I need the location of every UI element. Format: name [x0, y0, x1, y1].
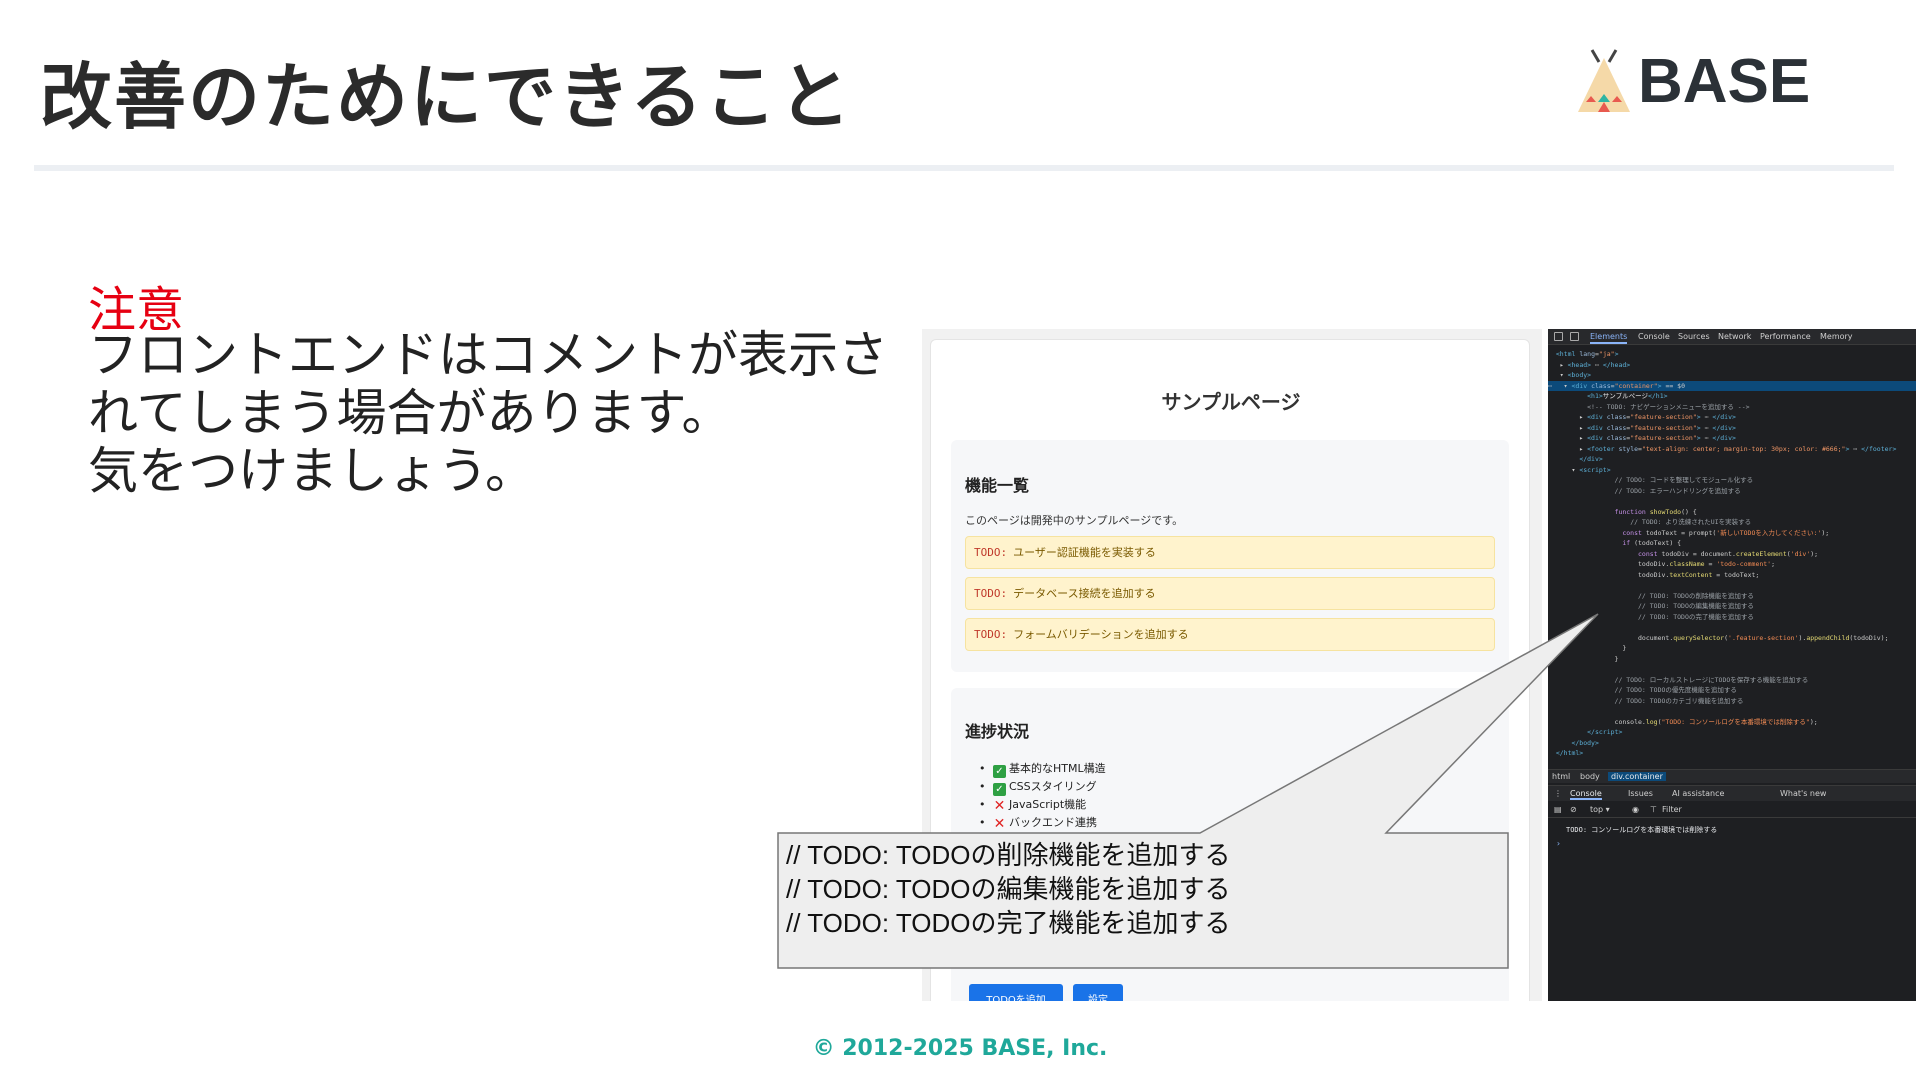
progress-label: バックエンド連携 [1009, 816, 1097, 829]
todo-comment: TODO: ユーザー認証機能を実装する [965, 536, 1495, 569]
devtools-panel: Elements Console Sources Network Perform… [1548, 329, 1916, 1001]
filter-icon: ⊤ [1650, 805, 1657, 814]
callout-text: // TODO: TODOの削除機能を追加する // TODO: TODOの編集… [786, 838, 1230, 940]
slide-title: 改善のためにできること [40, 55, 853, 139]
console-toolbar: ▤ ⊘ top ▾ ◉ ⊤ Filter [1548, 802, 1916, 818]
todo-tag: TODO: [974, 628, 1008, 641]
tab-performance[interactable]: Performance [1760, 332, 1811, 341]
note-line: れてしまう場合があります。 [88, 384, 732, 442]
drawer-tab-bar: ⋮ Console Issues AI assistance What's ne… [1548, 785, 1916, 801]
tab-sources[interactable]: Sources [1678, 332, 1710, 341]
settings-button[interactable]: 設定 [1073, 984, 1123, 1001]
drawer-tab-ai-assistance[interactable]: AI assistance [1672, 789, 1724, 798]
todo-tag: TODO: [974, 587, 1008, 600]
check-mark-icon: ✓ [993, 765, 1006, 778]
tab-memory[interactable]: Memory [1820, 332, 1853, 341]
devtools-tab-bar: Elements Console Sources Network Perform… [1548, 329, 1916, 345]
callout-line: // TODO: TODOの完了機能を追加する [786, 908, 1231, 938]
breadcrumb-container[interactable]: div.container [1608, 772, 1666, 781]
inspect-icon[interactable] [1554, 332, 1563, 341]
todo-comment: TODO: フォームバリデーションを追加する [965, 618, 1495, 651]
feature-section: 機能一覧 このページは開発中のサンプルページです。 TODO: ユーザー認証機能を… [951, 440, 1509, 672]
copyright-footer: © 2012-2025 BASE, Inc. [812, 1036, 1108, 1061]
add-todo-button[interactable]: TODOを追加 [969, 984, 1063, 1001]
list-item: • ✓ CSSスタイリング [979, 780, 1097, 796]
tab-console[interactable]: Console [1638, 332, 1670, 341]
elements-tree: <html lang="ja"> ▸ <head> ⋯ </head> ▾ <b… [1548, 349, 1916, 759]
progress-list: • ✓ 基本的なHTML構造 • ✓ CSSスタイリング • ✕ JavaScript機能 … [979, 760, 1106, 832]
context-selector[interactable]: top ▾ [1590, 805, 1610, 814]
list-item: • ✕ バックエンド連携 [979, 816, 1097, 832]
breadcrumb-html[interactable]: html [1552, 772, 1570, 781]
device-toolbar-icon[interactable] [1570, 332, 1579, 341]
cross-mark-icon: ✕ [993, 816, 1006, 832]
clear-console-icon[interactable]: ⊘ [1570, 805, 1577, 814]
logo-wordmark: BASE [1638, 47, 1811, 116]
callout-line: // TODO: TODOの編集機能を追加する [786, 874, 1231, 904]
progress-label: 基本的なHTML構造 [1009, 762, 1106, 775]
list-item: • ✓ 基本的なHTML構造 [979, 762, 1106, 778]
page-title: サンプルページ [1161, 390, 1301, 414]
note-body: フロントエンドはコメントが表示さ れてしまう場合があります。 気をつけましょう。 [88, 326, 888, 500]
feature-description: このページは開発中のサンプルページです。 [965, 514, 1184, 527]
drawer-tab-issues[interactable]: Issues [1628, 789, 1653, 798]
feature-heading: 機能一覧 [965, 476, 1030, 495]
check-mark-icon: ✓ [993, 783, 1006, 796]
tab-network[interactable]: Network [1718, 332, 1751, 341]
filter-input[interactable]: Filter [1662, 805, 1682, 814]
base-logo: BASE [1572, 44, 1812, 124]
drawer-tab-whats-new[interactable]: What's new [1780, 789, 1826, 798]
todo-comment: TODO: データベース接続を追加する [965, 577, 1495, 610]
console-prompt[interactable]: › [1556, 839, 1561, 848]
teepee-icon [1578, 49, 1630, 112]
drawer-menu-icon[interactable]: ⋮ [1554, 789, 1562, 798]
breadcrumb: html body div.container [1548, 769, 1916, 783]
drawer-tab-console[interactable]: Console [1570, 789, 1602, 800]
console-message: TODO: コンソールログを本番環境では削除する [1566, 826, 1718, 834]
progress-heading: 進捗状況 [965, 722, 1030, 741]
todo-tag: TODO: [974, 546, 1008, 559]
todo-text: フォームバリデーションを追加する [1013, 628, 1189, 641]
callout-line: // TODO: TODOの削除機能を追加する [786, 840, 1231, 870]
progress-label: CSSスタイリング [1009, 780, 1097, 793]
eye-icon[interactable]: ◉ [1632, 805, 1639, 814]
breadcrumb-body[interactable]: body [1580, 772, 1600, 781]
cross-mark-icon: ✕ [993, 798, 1006, 814]
tab-elements[interactable]: Elements [1590, 332, 1628, 344]
todo-text: ユーザー認証機能を実装する [1013, 546, 1156, 559]
todo-text: データベース接続を追加する [1013, 587, 1156, 600]
sidebar-toggle-icon[interactable]: ▤ [1554, 805, 1562, 814]
note-line: フロントエンドはコメントが表示さ [88, 326, 888, 384]
progress-label: JavaScript機能 [1009, 798, 1087, 811]
list-item: • ✕ JavaScript機能 [979, 798, 1087, 814]
header-divider [34, 165, 1894, 171]
note-line: 気をつけましょう。 [88, 442, 535, 500]
